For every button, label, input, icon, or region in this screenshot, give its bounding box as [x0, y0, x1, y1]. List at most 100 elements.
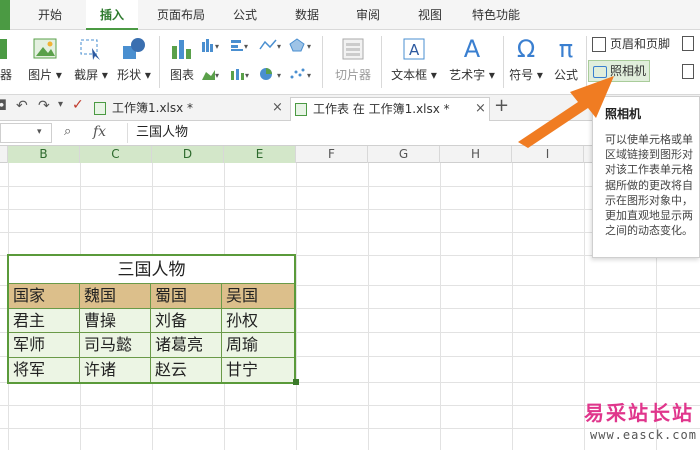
redo-icon[interactable]: ↷ — [38, 98, 50, 114]
slicer-button[interactable]: 切片器 — [330, 34, 376, 90]
chart-icon — [169, 36, 195, 62]
svg-text:▾: ▾ — [245, 71, 249, 80]
save-icon[interactable]: ◘ — [0, 98, 7, 114]
tab-page-layout[interactable]: 页面布局 — [150, 0, 212, 30]
table-cell[interactable]: 孙权 — [222, 308, 294, 332]
table-cell[interactable]: 曹操 — [80, 308, 151, 332]
stock-chart-icon[interactable]: ▾ — [230, 67, 249, 81]
fill-handle[interactable] — [293, 379, 299, 385]
table-header-cell[interactable]: 吴国 — [222, 284, 294, 308]
svg-text:▾: ▾ — [277, 42, 281, 51]
header-footer-icon — [592, 37, 606, 52]
tab-home[interactable]: 开始 — [28, 0, 72, 30]
column-header-e[interactable]: E — [224, 146, 296, 163]
screenshot-icon — [78, 36, 104, 62]
table-cell[interactable]: 刘备 — [151, 308, 222, 332]
table-row: 将军 许诸 赵云 甘宁 — [9, 357, 294, 382]
chart-button[interactable]: 图表 — [166, 34, 198, 90]
spreadsheet-file-icon — [295, 103, 307, 116]
grid-line — [296, 163, 297, 450]
grid-line — [440, 163, 441, 450]
doc-tab-worksheet[interactable]: 工作表 在 工作簿1.xlsx * × — [290, 97, 490, 121]
table-header-row: 国家 魏国 蜀国 吴国 — [9, 284, 294, 309]
tab-formulas[interactable]: 公式 — [225, 0, 265, 30]
chevron-down-icon: ▾ — [488, 68, 495, 82]
watermark-url: www.easck.com — [590, 428, 697, 442]
screenshot-button[interactable]: 截屏 ▾ — [70, 34, 112, 90]
tab-insert[interactable]: 插入 — [86, 0, 138, 31]
table-cell[interactable]: 甘宁 — [222, 357, 294, 382]
fx-icon[interactable]: fx — [93, 124, 106, 140]
object-icon[interactable] — [682, 36, 694, 51]
shapes-icon — [121, 36, 147, 62]
close-icon[interactable]: × — [272, 97, 283, 119]
zoom-lookup-icon[interactable]: ⌕ — [64, 124, 71, 139]
three-kingdoms-table[interactable]: 三国人物 国家 魏国 蜀国 吴国 君主 曹操 刘备 孙权 军师 司马懿 诸葛亮 … — [7, 254, 296, 384]
close-icon[interactable]: × — [475, 98, 486, 120]
table-title[interactable]: 三国人物 — [9, 256, 294, 284]
header-footer-button[interactable]: 页眉和页脚 — [592, 34, 670, 54]
textbox-icon: A — [401, 36, 427, 62]
column-header-d[interactable]: D — [152, 146, 224, 163]
column-header-b[interactable]: B — [8, 146, 80, 163]
app-menu-button[interactable] — [0, 0, 10, 30]
pin-icon[interactable]: ✓ — [72, 97, 84, 113]
ribbon-separator — [503, 36, 504, 88]
ribbon-separator — [322, 36, 323, 88]
scatter-chart-icon[interactable]: ▾ — [289, 67, 311, 81]
table-cell[interactable]: 君主 — [9, 308, 80, 332]
tab-special-features[interactable]: 特色功能 — [466, 0, 526, 30]
svg-text:▾: ▾ — [215, 42, 219, 51]
undo-icon[interactable]: ↶ — [16, 98, 28, 114]
column-header-h[interactable]: H — [440, 146, 512, 163]
chevron-down-icon[interactable]: ▾ — [58, 99, 63, 110]
pie-chart-icon[interactable]: ▾ — [259, 67, 281, 81]
textbox-button[interactable]: A 文本框 ▾ — [388, 34, 440, 90]
bar-chart-icon[interactable]: ▾ — [201, 38, 219, 52]
table-cell[interactable]: 司马懿 — [80, 333, 151, 357]
new-tab-icon[interactable]: + — [494, 95, 509, 116]
table-header-cell[interactable]: 国家 — [9, 284, 80, 308]
menu-tab-bar: 开始 插入 页面布局 公式 数据 审阅 视图 特色功能 — [0, 0, 700, 31]
picture-button[interactable]: 图片 ▾ — [24, 34, 66, 90]
chevron-down-icon: ▾ — [55, 68, 62, 82]
svg-text:▾: ▾ — [307, 42, 311, 51]
column-header-f[interactable]: F — [296, 146, 368, 163]
svg-text:▾: ▾ — [307, 71, 311, 80]
ribbon-separator — [381, 36, 382, 88]
doc-tab-workbook[interactable]: 工作簿1.xlsx * × — [90, 97, 288, 121]
radar-chart-icon[interactable]: ▾ — [289, 38, 311, 52]
omega-symbol-icon: Ω — [516, 35, 536, 63]
line-bar-chart-icon[interactable]: ▾ — [230, 38, 248, 52]
chevron-down-icon: ▾ — [101, 68, 108, 82]
grid-line — [512, 163, 513, 450]
tab-view[interactable]: 视图 — [410, 0, 450, 30]
column-header-c[interactable]: C — [80, 146, 152, 163]
ribbon-separator — [159, 36, 160, 88]
table-cell[interactable]: 将军 — [9, 357, 80, 382]
table-cell[interactable]: 赵云 — [151, 357, 222, 382]
table-cell[interactable]: 诸葛亮 — [151, 333, 222, 357]
table-cell[interactable]: 许诸 — [80, 357, 151, 382]
tab-data[interactable]: 数据 — [287, 0, 327, 30]
svg-text:▾: ▾ — [277, 71, 281, 80]
ribbon-partial-button[interactable]: 器 — [0, 34, 12, 90]
wordart-button[interactable]: A 艺术字 ▾ — [446, 34, 498, 90]
table-cell[interactable]: 周瑜 — [222, 333, 294, 357]
wordart-icon: A — [463, 35, 481, 63]
area-chart-icon[interactable]: ▾ — [201, 67, 219, 81]
table-cell[interactable]: 军师 — [9, 333, 80, 357]
tab-review[interactable]: 审阅 — [348, 0, 388, 30]
name-box[interactable]: ▾ — [0, 123, 52, 143]
line-chart-icon[interactable]: ▾ — [259, 38, 281, 52]
watermark: 易采站长站 www.easck.com — [576, 395, 700, 450]
table-header-cell[interactable]: 魏国 — [80, 284, 151, 308]
shapes-button[interactable]: 形状 ▾ — [114, 34, 154, 90]
pi-formula-icon: π — [558, 35, 574, 63]
chevron-down-icon: ▾ — [37, 127, 42, 137]
watermark-name: 易采站长站 — [584, 401, 694, 425]
attachment-icon[interactable] — [682, 64, 694, 79]
table-header-cell[interactable]: 蜀国 — [151, 284, 222, 308]
column-header-g[interactable]: G — [368, 146, 440, 163]
select-all-corner[interactable] — [0, 146, 8, 163]
